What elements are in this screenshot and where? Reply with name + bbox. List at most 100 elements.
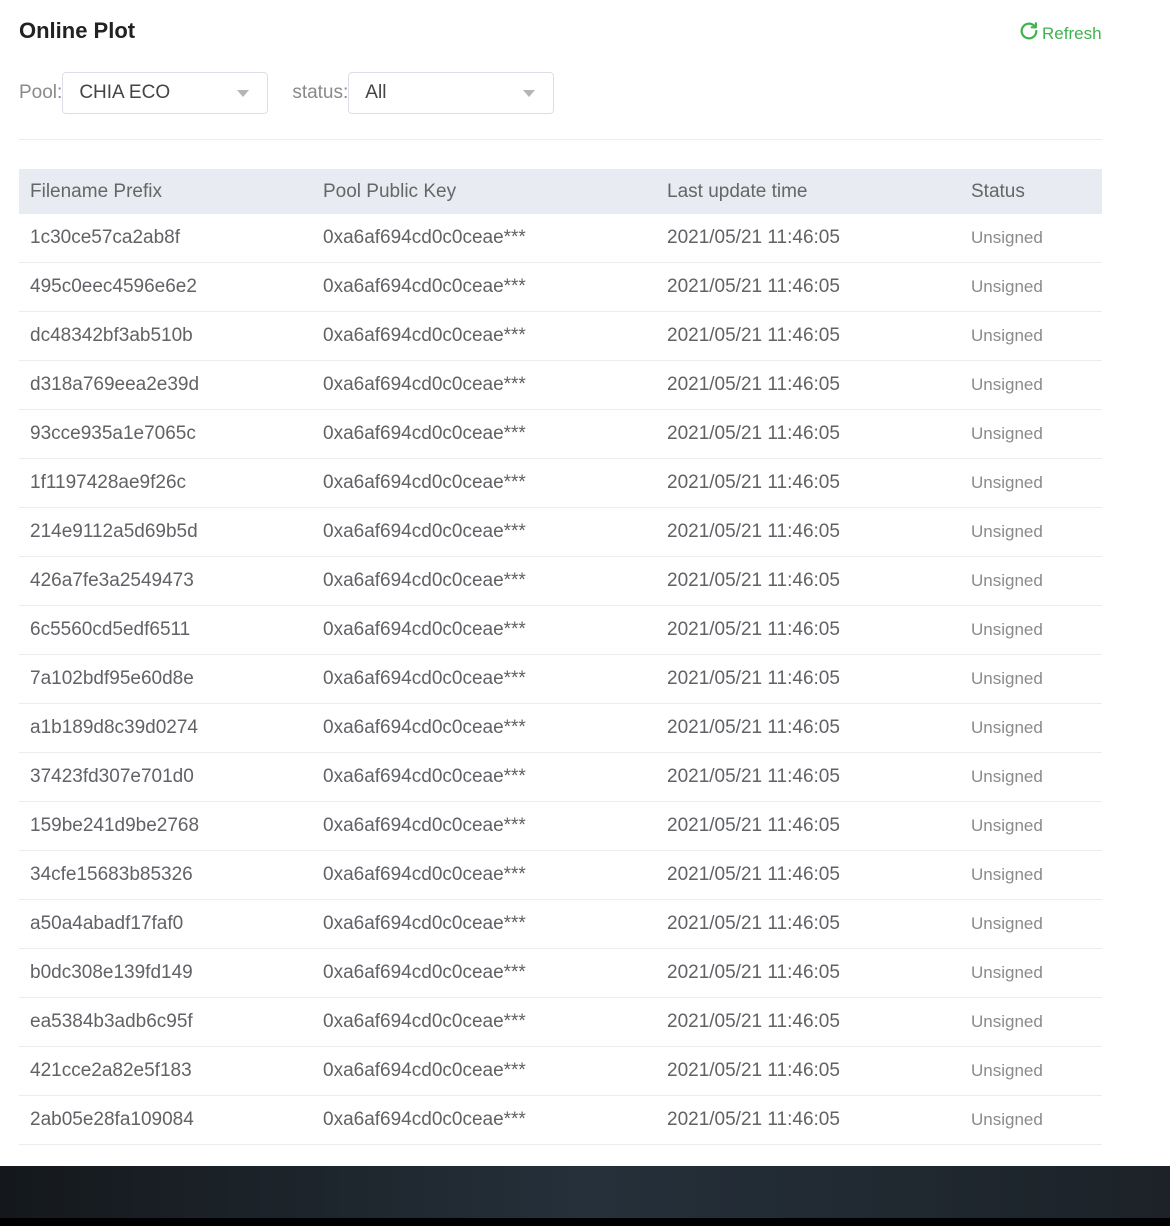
taskbar [0, 1166, 1170, 1226]
chevron-down-icon [523, 90, 536, 97]
pool-public-key-cell: 0xa6af694cd0c0ceae*** [312, 605, 656, 655]
status-filter-label: status: [292, 82, 349, 103]
last-update-time-cell: 2021/05/21 11:46:05 [656, 899, 960, 949]
table-row[interactable]: 2ab05e28fa109084 0xa6af694cd0c0ceae*** 202… [19, 1095, 1102, 1145]
pool-select-value: CHIA ECO [79, 82, 171, 103]
last-update-time-cell: 2021/05/21 11:46:05 [656, 311, 960, 361]
filename-prefix-cell: 34cfe15683b85326 [19, 850, 312, 900]
table-row[interactable]: 426a7fe3a2549473 0xa6af694cd0c0ceae*** 202… [19, 556, 1102, 606]
pool-public-key-cell: 0xa6af694cd0c0ceae*** [312, 997, 656, 1047]
last-update-time-cell: 2021/05/21 11:46:05 [656, 360, 960, 410]
filename-prefix-cell: ea5384b3adb6c95f [19, 997, 312, 1047]
pool-public-key-cell: 0xa6af694cd0c0ceae*** [312, 1095, 656, 1145]
last-update-time-cell: 2021/05/21 11:46:05 [656, 997, 960, 1047]
pool-public-key-cell: 0xa6af694cd0c0ceae*** [312, 458, 656, 508]
refresh-button[interactable]: Refresh [1018, 20, 1102, 47]
last-update-time-cell: 2021/05/21 11:46:05 [656, 654, 960, 704]
table-row[interactable]: 34cfe15683b85326 0xa6af694cd0c0ceae*** 202… [19, 850, 1102, 900]
filter-bar: Pool: CHIA ECO status: All [19, 71, 555, 115]
status-cell: Unsigned [960, 556, 1102, 606]
table-row[interactable]: a50a4abadf17faf0 0xa6af694cd0c0ceae*** 202… [19, 899, 1102, 949]
status-cell: Unsigned [960, 262, 1102, 312]
table-row[interactable]: ea5384b3adb6c95f 0xa6af694cd0c0ceae*** 202… [19, 997, 1102, 1047]
filename-prefix-cell: 426a7fe3a2549473 [19, 556, 312, 606]
status-cell: Unsigned [960, 458, 1102, 508]
last-update-time-cell: 2021/05/21 11:46:05 [656, 262, 960, 312]
refresh-icon [1018, 20, 1040, 47]
last-update-time-cell: 2021/05/21 11:46:05 [656, 1095, 960, 1145]
filename-prefix-cell: 214e9112a5d69b5d [19, 507, 312, 557]
page-title: Online Plot [19, 18, 136, 43]
filename-prefix-cell: 37423fd307e701d0 [19, 752, 312, 802]
column-header-filename-prefix[interactable]: Filename Prefix [19, 169, 312, 214]
table-row[interactable]: 7a102bdf95e60d8e 0xa6af694cd0c0ceae*** 202… [19, 654, 1102, 704]
status-cell: Unsigned [960, 801, 1102, 851]
status-cell: Unsigned [960, 850, 1102, 900]
table-row[interactable]: 1f1197428ae9f26c 0xa6af694cd0c0ceae*** 202… [19, 458, 1102, 508]
pool-public-key-cell: 0xa6af694cd0c0ceae*** [312, 214, 656, 263]
filename-prefix-cell: 93cce935a1e7065c [19, 409, 312, 459]
table-row[interactable]: b0dc308e139fd149 0xa6af694cd0c0ceae*** 202… [19, 948, 1102, 998]
status-cell: Unsigned [960, 311, 1102, 361]
pool-public-key-cell: 0xa6af694cd0c0ceae*** [312, 507, 656, 557]
filename-prefix-cell [19, 1144, 312, 1166]
filename-prefix-cell: 421cce2a82e5f183 [19, 1046, 312, 1096]
filename-prefix-cell: 7a102bdf95e60d8e [19, 654, 312, 704]
table-row[interactable]: 421cce2a82e5f183 0xa6af694cd0c0ceae*** 202… [19, 1046, 1102, 1096]
last-update-time-cell: 2021/05/21 11:46:05 [656, 801, 960, 851]
last-update-time-cell: 2021/05/21 11:46:05 [656, 556, 960, 606]
status-cell: Unsigned [960, 997, 1102, 1047]
column-header-status[interactable]: Status [960, 169, 1102, 214]
filename-prefix-cell: 2ab05e28fa109084 [19, 1095, 312, 1145]
divider [19, 139, 1102, 140]
last-update-time-cell: 2021/05/21 11:46:05 [656, 409, 960, 459]
column-header-last-update-time[interactable]: Last update time [656, 169, 960, 214]
filename-prefix-cell: 1c30ce57ca2ab8f [19, 214, 312, 263]
table-row[interactable]: 37423fd307e701d0 0xa6af694cd0c0ceae*** 202… [19, 752, 1102, 802]
pool-select[interactable]: CHIA ECO [62, 72, 269, 114]
filename-prefix-cell: 1f1197428ae9f26c [19, 458, 312, 508]
pool-public-key-cell: 0xa6af694cd0c0ceae*** [312, 752, 656, 802]
filename-prefix-cell: 6c5560cd5edf6511 [19, 605, 312, 655]
table-row[interactable]: 159be241d9be2768 0xa6af694cd0c0ceae*** 202… [19, 801, 1102, 851]
table-row[interactable]: dc48342bf3ab510b 0xa6af694cd0c0ceae*** 202… [19, 311, 1102, 361]
status-cell: Unsigned [960, 654, 1102, 704]
status-cell: Unsigned [960, 899, 1102, 949]
column-header-pool-public-key[interactable]: Pool Public Key [312, 169, 656, 214]
last-update-time-cell: 2021/05/21 11:46:05 [656, 948, 960, 998]
table-row[interactable]: 93cce935a1e7065c 0xa6af694cd0c0ceae*** 202… [19, 409, 1102, 459]
status-cell: Unsigned [960, 948, 1102, 998]
plots-table: Filename Prefix Pool Public Key Last upd… [19, 169, 1102, 1166]
table-row[interactable]: 6c5560cd5edf6511 0xa6af694cd0c0ceae*** 202… [19, 605, 1102, 655]
table-row[interactable]: a1b189d8c39d0274 0xa6af694cd0c0ceae*** 202… [19, 703, 1102, 753]
pool-public-key-cell: 0xa6af694cd0c0ceae*** [312, 556, 656, 606]
pool-public-key-cell: 0xa6af694cd0c0ceae*** [312, 262, 656, 312]
last-update-time-cell: 2021/05/21 11:46:05 [656, 1046, 960, 1096]
chevron-down-icon [237, 90, 250, 97]
table-row[interactable]: 214e9112a5d69b5d 0xa6af694cd0c0ceae*** 202… [19, 507, 1102, 557]
filename-prefix-cell: a1b189d8c39d0274 [19, 703, 312, 753]
status-cell: Unsigned [960, 752, 1102, 802]
status-select[interactable]: All [348, 72, 555, 114]
filename-prefix-cell: b0dc308e139fd149 [19, 948, 312, 998]
status-cell: Unsigned [960, 409, 1102, 459]
online-plot-page: Online Plot Refresh Pool: CHIA ECO statu… [0, 0, 1170, 1166]
status-select-value: All [365, 82, 387, 103]
table-row[interactable]: 495c0eec4596e6e2 0xa6af694cd0c0ceae*** 202… [19, 262, 1102, 312]
table-row[interactable]: d318a769eea2e39d 0xa6af694cd0c0ceae*** 202… [19, 360, 1102, 410]
status-cell: Unsigned [960, 703, 1102, 753]
status-cell: Unsigned [960, 605, 1102, 655]
last-update-time-cell: 2021/05/21 11:46:05 [656, 752, 960, 802]
last-update-time-cell: 2021/05/21 11:46:05 [656, 214, 960, 263]
last-update-time-cell: 2021/05/21 11:46:05 [656, 703, 960, 753]
status-cell: Unsigned [960, 360, 1102, 410]
pool-public-key-cell: 0xa6af694cd0c0ceae*** [312, 311, 656, 361]
filename-prefix-cell: 495c0eec4596e6e2 [19, 262, 312, 312]
pool-public-key-cell [312, 1144, 656, 1166]
status-cell: Unsigned [960, 1046, 1102, 1096]
pool-public-key-cell: 0xa6af694cd0c0ceae*** [312, 948, 656, 998]
status-cell [960, 1144, 1102, 1166]
table-row[interactable] [19, 1144, 1102, 1166]
table-row[interactable]: 1c30ce57ca2ab8f 0xa6af694cd0c0ceae*** 2021… [19, 214, 1102, 263]
status-cell: Unsigned [960, 214, 1102, 263]
